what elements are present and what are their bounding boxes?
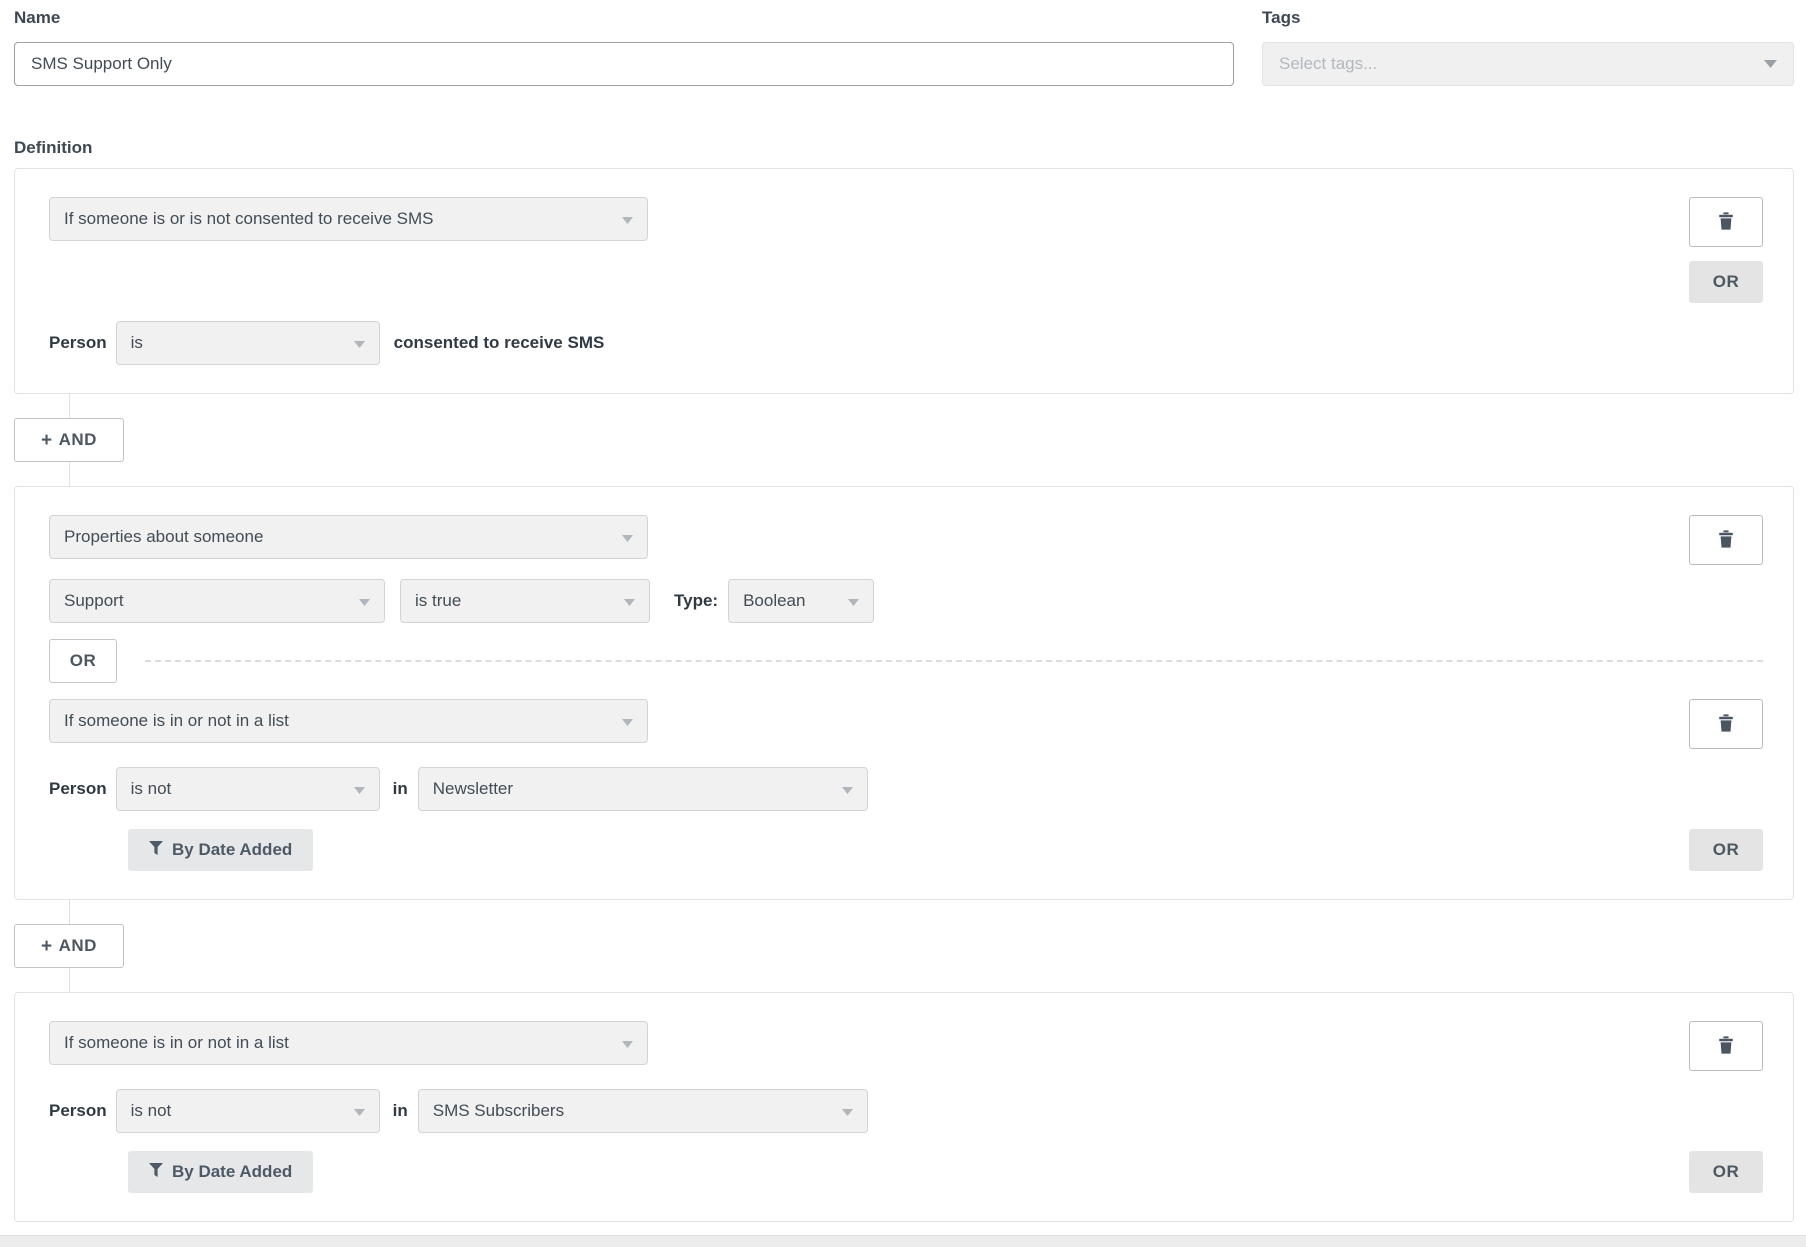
header: Name Tags Select tags... (14, 8, 1794, 86)
name-label: Name (14, 8, 1234, 28)
person-label: Person (49, 333, 107, 353)
trash-icon (1718, 714, 1734, 735)
condition-type-select[interactable]: Properties about someone (49, 515, 648, 559)
filter-funnel-icon (149, 840, 163, 860)
chevron-down-icon (622, 209, 633, 229)
chevron-down-icon (842, 1101, 853, 1121)
condition-type-select[interactable]: If someone is in or not in a list (49, 1021, 648, 1065)
definition-label: Definition (14, 138, 1794, 158)
condition-type-select[interactable]: If someone is in or not in a list (49, 699, 648, 743)
by-date-added-button[interactable]: By Date Added (128, 829, 313, 871)
by-date-added-button[interactable]: By Date Added (128, 1151, 313, 1193)
value-type-select[interactable]: Boolean (728, 579, 874, 623)
condition-type-value: If someone is in or not in a list (64, 1033, 289, 1053)
and-button-label: AND (59, 936, 97, 956)
add-and-group-button[interactable]: + AND (14, 924, 124, 968)
chevron-down-icon (622, 711, 633, 731)
operator-select[interactable]: is true (400, 579, 650, 623)
condition-detail-row: Support is true Type: Boolean (49, 579, 1763, 623)
add-or-condition-button[interactable]: OR (1689, 1151, 1763, 1193)
condition-detail-row: Person is not in SMS Subscribers (49, 1089, 1763, 1133)
list-value: SMS Subscribers (433, 1101, 564, 1121)
condition-group-1: If someone is or is not consented to rec… (14, 168, 1794, 394)
condition-group-3: If someone is in or not in a list Person (14, 992, 1794, 1222)
operator-value: is true (415, 591, 461, 611)
condition-footer-row: By Date Added OR (49, 1151, 1763, 1193)
condition-footer-row: By Date Added OR (49, 829, 1763, 871)
chevron-down-icon (622, 527, 633, 547)
attribute-select[interactable]: Support (49, 579, 385, 623)
condition-row: If someone is in or not in a list (49, 1021, 1763, 1071)
condition-row: If someone is in or not in a list (49, 699, 1763, 749)
type-label: Type: (674, 591, 718, 611)
chevron-down-icon (842, 779, 853, 799)
list-select[interactable]: Newsletter (418, 767, 868, 811)
and-button-label: AND (59, 430, 97, 450)
condition-type-value: If someone is or is not consented to rec… (64, 209, 433, 229)
value-type-value: Boolean (743, 591, 805, 611)
filter-funnel-icon (149, 1162, 163, 1182)
add-or-condition-button[interactable]: OR (1689, 261, 1763, 303)
name-input[interactable] (14, 42, 1234, 86)
trash-icon (1718, 530, 1734, 551)
attribute-value: Support (64, 591, 124, 611)
comparator-select[interactable]: is (116, 321, 380, 365)
condition-type-value: If someone is in or not in a list (64, 711, 289, 731)
segment-editor: Name Tags Select tags... Definition If s… (0, 0, 1806, 1247)
chevron-down-icon (1764, 55, 1777, 73)
add-and-group-button[interactable]: + AND (14, 418, 124, 462)
name-field-group: Name (14, 8, 1234, 86)
condition-detail-row: Person is not in Newsletter (49, 767, 1763, 811)
comparator-value: is not (131, 1101, 172, 1121)
add-or-condition-button[interactable]: OR (1689, 829, 1763, 871)
delete-condition-button[interactable] (1689, 515, 1763, 565)
page-bottom-divider (0, 1235, 1806, 1247)
chevron-down-icon (359, 591, 370, 611)
chevron-down-icon (354, 333, 365, 353)
tags-placeholder: Select tags... (1279, 54, 1377, 74)
and-connector: + AND (14, 394, 1794, 486)
and-connector: + AND (14, 900, 1794, 992)
condition-detail-row: Person is consented to receive SMS (49, 321, 1763, 365)
condition-type-value: Properties about someone (64, 527, 263, 547)
comparator-value: is (131, 333, 143, 353)
in-label: in (393, 779, 408, 799)
person-label: Person (49, 779, 107, 799)
delete-condition-button[interactable] (1689, 1021, 1763, 1071)
or-join-chip: OR (49, 639, 117, 683)
filter-button-label: By Date Added (172, 1162, 292, 1182)
list-value: Newsletter (433, 779, 513, 799)
comparator-select[interactable]: is not (116, 767, 380, 811)
condition-type-select[interactable]: If someone is or is not consented to rec… (49, 197, 648, 241)
or-separator: OR (49, 639, 1763, 683)
chevron-down-icon (354, 1101, 365, 1121)
or-separator-line (145, 660, 1763, 662)
comparator-value: is not (131, 779, 172, 799)
condition-row: Properties about someone (49, 515, 1763, 565)
delete-condition-button[interactable] (1689, 699, 1763, 749)
chevron-down-icon (622, 1033, 633, 1053)
condition-statement: consented to receive SMS (394, 333, 605, 353)
condition-group-2: Properties about someone Support (14, 486, 1794, 900)
chevron-down-icon (624, 591, 635, 611)
list-select[interactable]: SMS Subscribers (418, 1089, 868, 1133)
tags-label: Tags (1262, 8, 1794, 28)
tags-field-group: Tags Select tags... (1262, 8, 1794, 86)
person-label: Person (49, 1101, 107, 1121)
chevron-down-icon (848, 591, 859, 611)
filter-button-label: By Date Added (172, 840, 292, 860)
in-label: in (393, 1101, 408, 1121)
comparator-select[interactable]: is not (116, 1089, 380, 1133)
plus-icon: + (41, 431, 53, 450)
trash-icon (1718, 212, 1734, 233)
delete-condition-button[interactable] (1689, 197, 1763, 247)
condition-controls: OR (1689, 197, 1763, 303)
tags-select[interactable]: Select tags... (1262, 42, 1794, 86)
chevron-down-icon (354, 779, 365, 799)
condition-row: If someone is or is not consented to rec… (49, 197, 1763, 303)
plus-icon: + (41, 937, 53, 956)
trash-icon (1718, 1036, 1734, 1057)
